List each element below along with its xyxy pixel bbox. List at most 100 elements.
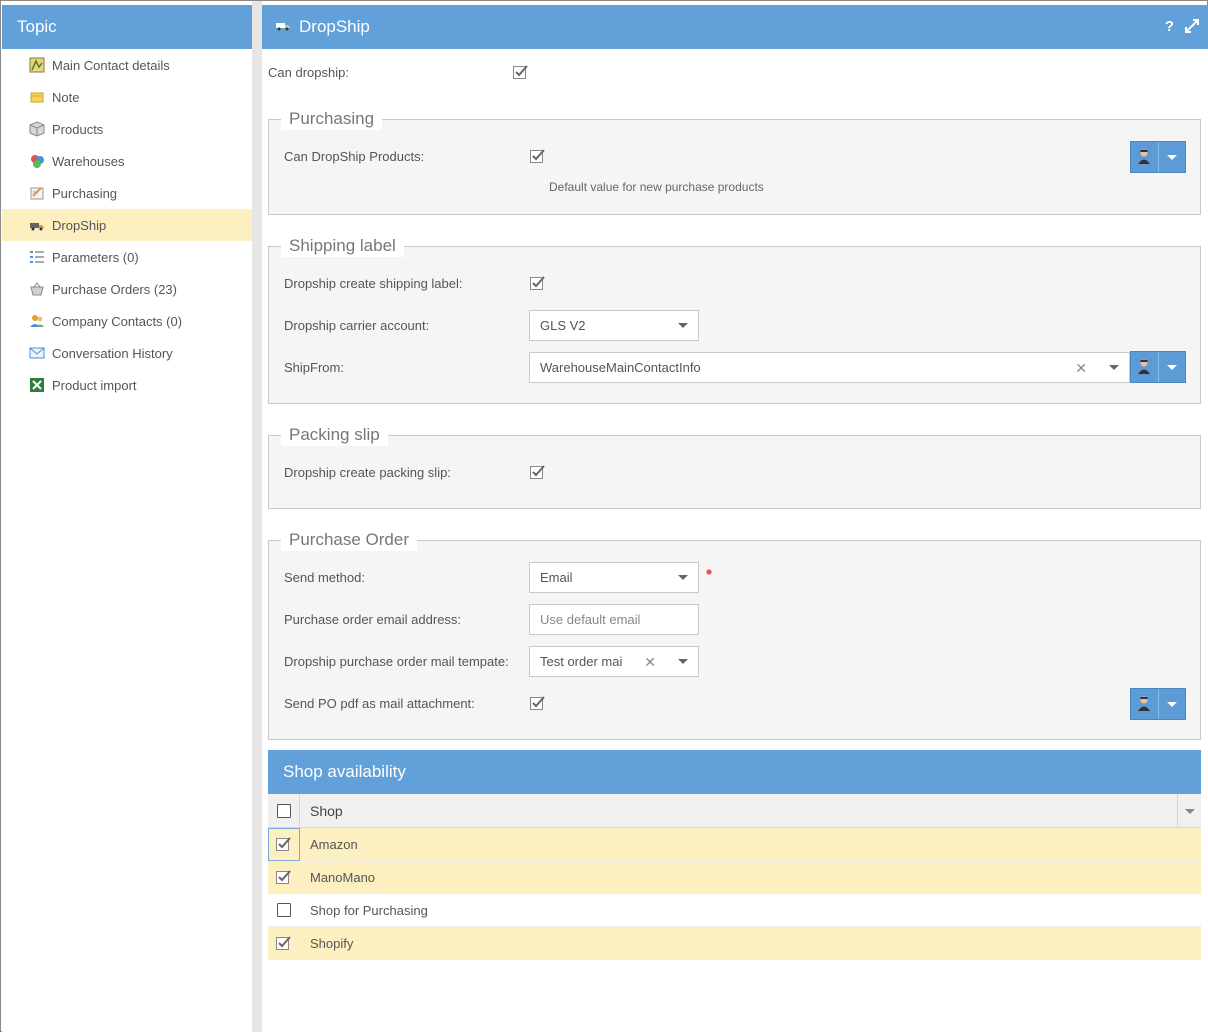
clear-icon[interactable]: ✕	[644, 654, 656, 671]
send-method-label: Send method:	[284, 570, 365, 585]
pdf-attachment-label: Send PO pdf as mail attachment:	[284, 696, 475, 711]
row-checkbox[interactable]	[268, 827, 300, 861]
sidebar-item-warehouses[interactable]: Warehouses	[2, 145, 252, 177]
create-packing-slip-checkbox[interactable]	[530, 464, 546, 480]
clear-icon[interactable]: ✕	[1075, 360, 1087, 377]
sidebar-item-main-contact-details[interactable]: Main Contact details	[2, 49, 252, 81]
sidebar-item-note[interactable]: Note	[2, 81, 252, 113]
sidebar-item-conversation-history[interactable]: Conversation History	[2, 337, 252, 369]
carrier-account-label: Dropship carrier account:	[284, 318, 430, 333]
shipping-label-group: Shipping label Dropship create shipping …	[268, 235, 1201, 404]
can-dropship-products-checkbox[interactable]	[530, 148, 546, 164]
sidebar-item-label: Warehouses	[52, 153, 125, 169]
chevron-down-icon	[678, 323, 688, 328]
sidebar-item-product-import[interactable]: Product import	[2, 369, 252, 401]
warehouses-icon	[29, 153, 45, 169]
sidebar-item-purchasing[interactable]: Purchasing	[2, 177, 252, 209]
sidebar-item-label: Company Contacts (0)	[52, 313, 183, 329]
parameters-list-icon	[29, 249, 45, 265]
window-frame: Topic Main Contact details Note Products	[0, 0, 1208, 1032]
sidebar-item-dropship[interactable]: DropShip	[2, 209, 252, 241]
chevron-down-icon	[678, 659, 688, 664]
row-checkbox[interactable]	[268, 861, 300, 894]
sidebar-item-parameters[interactable]: Parameters (0)	[2, 241, 252, 273]
can-dropship-checkbox[interactable]	[513, 64, 529, 80]
send-method-value: Email	[540, 570, 573, 585]
ship-from-owner-button[interactable]	[1130, 351, 1186, 383]
panel-header: DropShip ?	[262, 5, 1208, 49]
create-shipping-label-checkbox[interactable]	[530, 275, 546, 291]
purchasing-legend: Purchasing	[281, 108, 383, 130]
shop-availability-title: Shop availability	[268, 750, 1201, 794]
send-method-select[interactable]: Email	[529, 562, 699, 593]
mail-template-label: Dropship purchase order mail tempate:	[284, 654, 509, 669]
owner-person-icon	[1136, 358, 1152, 377]
chevron-down-icon	[1166, 701, 1177, 707]
shop-name: Shopify	[310, 935, 354, 951]
chevron-down-icon	[1109, 365, 1119, 370]
table-row[interactable]: Shop for Purchasing	[268, 894, 1201, 927]
sidebar-item-label: DropShip	[52, 217, 107, 233]
sidebar-item-products[interactable]: Products	[2, 113, 252, 145]
products-box-icon	[29, 121, 45, 137]
sidebar-item-label: Product import	[52, 377, 137, 393]
shop-column-header[interactable]: Shop	[300, 803, 343, 819]
shipping-label-legend: Shipping label	[281, 235, 404, 257]
chevron-down-icon	[1166, 154, 1177, 160]
default-value-hint: Default value for new purchase products	[549, 180, 764, 194]
po-email-input[interactable]	[529, 604, 699, 635]
carrier-account-select[interactable]: GLS V2	[529, 310, 699, 341]
row-checkbox[interactable]	[268, 927, 300, 960]
can-dropship-label: Can dropship:	[268, 65, 349, 80]
ship-from-select[interactable]: WarehouseMainContactInfo ✕	[529, 352, 1130, 383]
spreadsheet-icon	[29, 377, 45, 393]
mail-template-select[interactable]: Test order mai ✕	[529, 646, 699, 677]
ship-from-value: WarehouseMainContactInfo	[540, 360, 701, 375]
table-row[interactable]: Amazon	[268, 827, 1201, 861]
shop-name: Amazon	[310, 836, 358, 852]
truck-icon	[29, 217, 45, 233]
column-menu-button[interactable]	[1177, 794, 1201, 828]
expand-button[interactable]	[1184, 18, 1200, 38]
sidebar-item-company-contacts[interactable]: Company Contacts (0)	[2, 305, 252, 337]
po-owner-button[interactable]	[1130, 688, 1186, 720]
topic-sidebar: Topic Main Contact details Note Products	[2, 5, 252, 1032]
owner-dropdown-button[interactable]	[1130, 141, 1186, 173]
sidebar-title: Topic	[2, 5, 252, 49]
chevron-down-icon	[1166, 364, 1177, 370]
sidebar-item-label: Products	[52, 121, 104, 137]
sidebar-item-purchase-orders[interactable]: Purchase Orders (23)	[2, 273, 252, 305]
pdf-attachment-checkbox[interactable]	[530, 695, 546, 711]
grid-header: Shop	[268, 793, 1201, 828]
note-icon	[29, 89, 45, 105]
table-row[interactable]: ManoMano	[268, 861, 1201, 894]
purchasing-icon	[29, 185, 45, 201]
help-button[interactable]: ?	[1165, 18, 1174, 35]
sidebar-item-label: Parameters (0)	[52, 249, 139, 265]
page-title: DropShip	[299, 17, 370, 36]
sidebar-list: Main Contact details Note Products Wareh…	[2, 49, 252, 401]
ship-from-label: ShipFrom:	[284, 360, 344, 375]
envelope-icon	[29, 345, 45, 361]
truck-icon	[275, 17, 291, 38]
carrier-account-value: GLS V2	[540, 318, 586, 333]
contact-card-icon	[29, 57, 45, 73]
purchasing-group: Purchasing Can DropShip Products: Defaul…	[268, 108, 1201, 215]
select-all-checkbox[interactable]	[268, 793, 300, 828]
dropship-panel: DropShip ? Can dropship: Purchasing Can …	[262, 5, 1208, 1032]
owner-person-icon	[1136, 148, 1152, 167]
po-email-label: Purchase order email address:	[284, 612, 462, 627]
shop-availability-panel: Shop availability Shop Amazon ManoMano S…	[268, 750, 1201, 960]
panel-divider[interactable]	[252, 1, 262, 1032]
shop-name: Shop for Purchasing	[310, 902, 428, 918]
row-checkbox[interactable]	[268, 894, 300, 927]
can-dropship-products-label: Can DropShip Products:	[284, 149, 425, 164]
expand-icon	[1185, 19, 1199, 33]
create-shipping-label-label: Dropship create shipping label:	[284, 276, 463, 291]
chevron-down-icon	[678, 575, 688, 580]
people-icon	[29, 313, 45, 329]
sidebar-item-label: Main Contact details	[52, 57, 170, 73]
table-row[interactable]: Shopify	[268, 927, 1201, 960]
basket-icon	[29, 281, 45, 297]
sidebar-item-label: Purchasing	[52, 185, 118, 201]
